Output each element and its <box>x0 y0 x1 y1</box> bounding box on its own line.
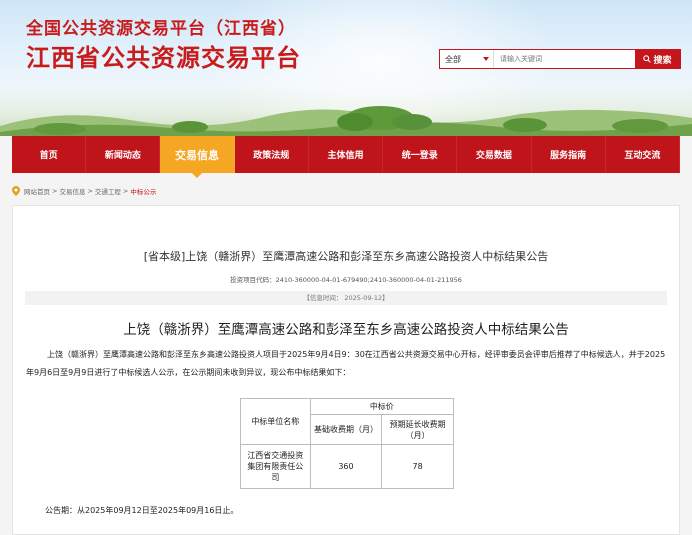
nav-item-credit[interactable]: 主体信用 <box>309 136 384 173</box>
search-bar: 全部 搜索 <box>439 49 681 69</box>
search-scope-value: 全部 <box>445 54 461 64</box>
site-title-line2: 江西省公共资源交易平台 <box>26 44 301 72</box>
winning-bid-table: 中标单位名称 中标价 基础收费期（月） 预期延长收费期（月） 江西省交通投资集团… <box>240 398 455 489</box>
nav-item-policy[interactable]: 政策法规 <box>235 136 309 173</box>
search-button-label: 搜索 <box>653 55 672 66</box>
site-title-line1: 全国公共资源交易平台（江西省） <box>26 19 296 39</box>
breadcrumb-separator: > <box>122 187 129 195</box>
article-paragraph: 上饶（赣浙界）至鹰潭高速公路和彭泽至东乡高速公路投资人项目于2025年9月4日9… <box>26 350 666 377</box>
article-panel: [省本级]上饶（赣浙界）至鹰潭高速公路和彭泽至东乡高速公路投资人中标结果公告 投… <box>12 205 680 535</box>
breadcrumb-trade-info[interactable]: 交易信息 <box>59 186 85 196</box>
article-title: [省本级]上饶（赣浙界）至鹰潭高速公路和彭泽至东乡高速公路投资人中标结果公告 <box>143 250 549 263</box>
nav-item-home[interactable]: 首页 <box>12 136 87 173</box>
notice-period: 公告期：从2025年09月12日至2025年09月16日止。 <box>45 506 239 515</box>
chevron-down-icon <box>483 57 489 61</box>
breadcrumb-separator: > <box>52 187 58 195</box>
main-nav: 首页 新闻动态 交易信息 政策法规 主体信用 统一登录 交易数据 服务指南 互动… <box>12 136 680 178</box>
header-base-period: 基础收费期（月） <box>309 414 383 445</box>
header-unit-name: 中标单位名称 <box>240 398 311 445</box>
search-scope-select[interactable]: 全部 <box>440 50 494 68</box>
breadcrumb-separator: > <box>87 187 93 195</box>
site-header: 全国公共资源交易平台（江西省） 江西省公共资源交易平台 全部 搜索 <box>0 0 692 136</box>
nav-item-login[interactable]: 统一登录 <box>383 136 458 173</box>
table-header-row: 中标单位名称 中标价 <box>240 398 455 445</box>
breadcrumb-current: 中标公示 <box>130 188 157 196</box>
location-pin-icon <box>12 186 20 196</box>
nav-item-trade-data[interactable]: 交易数据 <box>457 136 532 173</box>
nav-item-trade-info[interactable]: 交易信息 <box>160 136 235 178</box>
search-input[interactable] <box>494 50 635 68</box>
search-button[interactable]: 搜索 <box>635 50 680 68</box>
nav-item-news[interactable]: 新闻动态 <box>86 136 161 173</box>
nav-item-interaction[interactable]: 互动交流 <box>606 136 680 173</box>
header-bid-price: 中标价 <box>309 398 455 415</box>
nav-item-service-guide[interactable]: 服务指南 <box>532 136 606 173</box>
breadcrumb-home[interactable]: 网站首页 <box>24 186 50 196</box>
cell-base-period: 360 <box>309 444 383 489</box>
project-code: 投资项目代码：2410-360000-04-01-679490;2410-360… <box>230 276 462 284</box>
cell-unit-name: 江西省交通投资集团有限责任公司 <box>240 444 311 489</box>
breadcrumb: 网站首页 > 交易信息 > 交通工程 > 中标公示 <box>12 184 156 198</box>
article-subtitle: 上饶（赣浙界）至鹰潭高速公路和彭泽至东乡高速公路投资人中标结果公告 <box>123 322 569 338</box>
breadcrumb-traffic-engineering[interactable]: 交通工程 <box>95 186 121 196</box>
search-icon <box>643 55 652 63</box>
publish-date: 【信息时间： 2025-09-12】 <box>25 291 667 305</box>
header-landscape-image <box>0 106 692 136</box>
cell-extended-period: 78 <box>381 444 454 489</box>
header-extended-period: 预期延长收费期（月） <box>381 414 454 445</box>
table-row: 江西省交通投资集团有限责任公司 360 78 <box>240 444 454 489</box>
